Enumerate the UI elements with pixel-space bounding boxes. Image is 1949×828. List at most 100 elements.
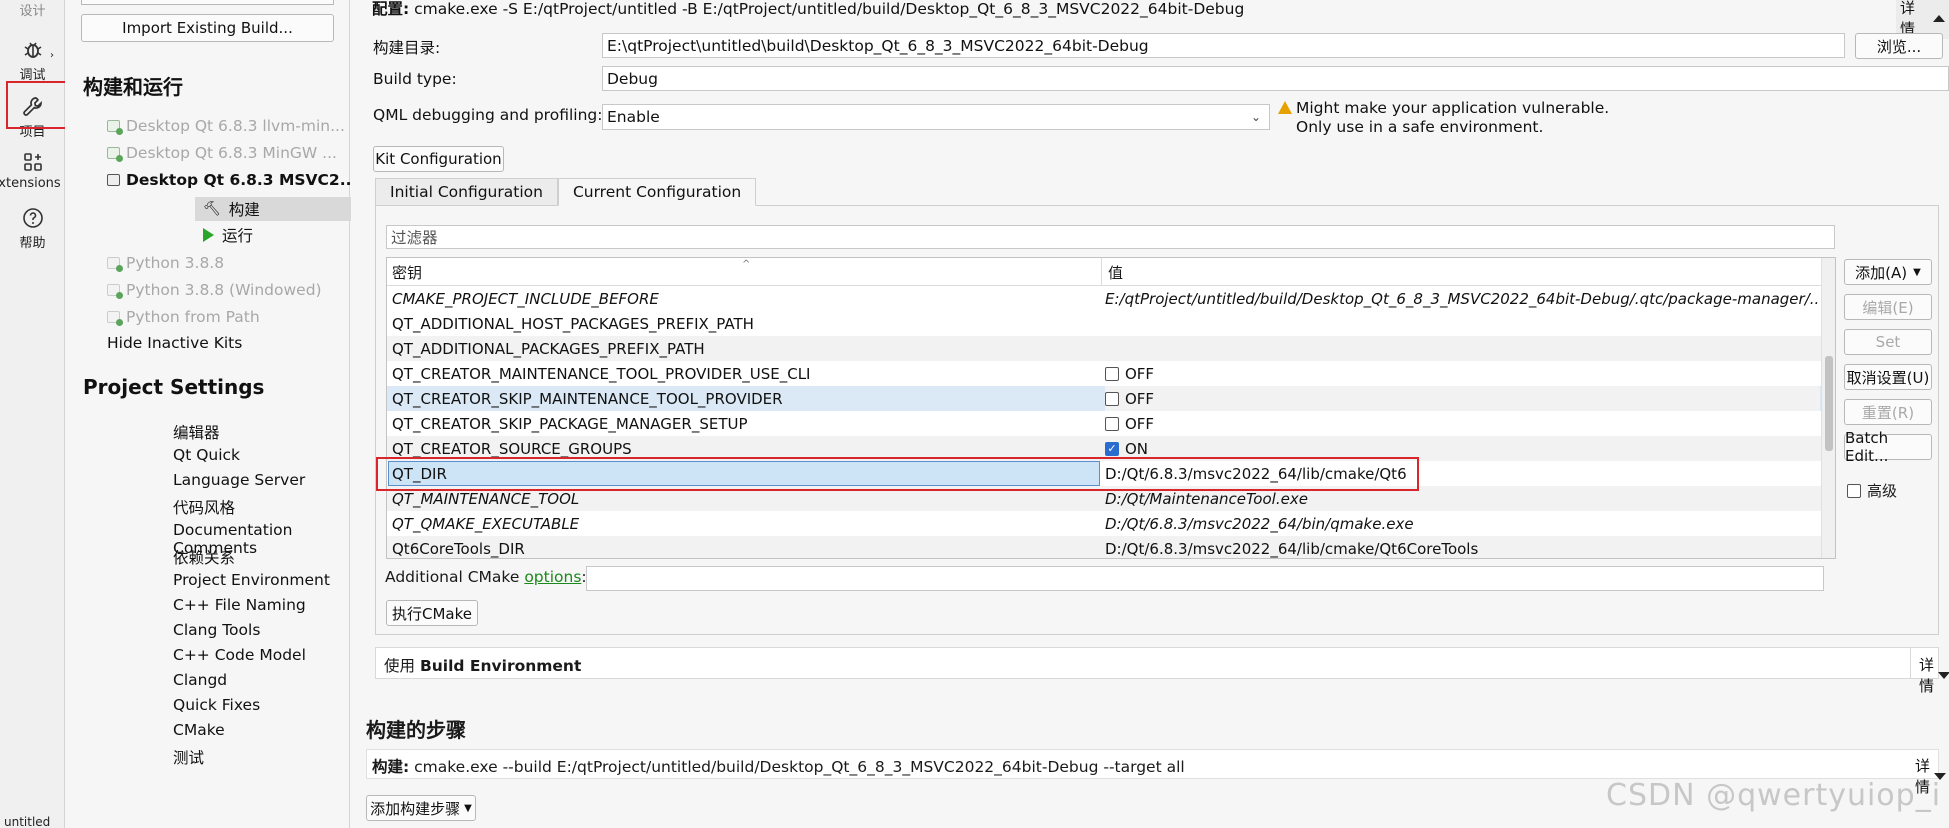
tab-initial-configuration[interactable]: Initial Configuration [375, 178, 558, 206]
build-dir-label: 构建目录: [373, 39, 441, 57]
column-header-value[interactable]: 值 [1103, 258, 1123, 286]
row-key: QT_CREATOR_MAINTENANCE_TOOL_PROVIDER_USE… [392, 364, 811, 383]
run-cmake-button[interactable]: 执行CMake [386, 600, 478, 626]
build-step-label: 构建: [372, 758, 410, 776]
checkbox-off[interactable] [1105, 391, 1119, 406]
kit-configuration-button[interactable]: Kit Configuration [373, 146, 504, 172]
add-button[interactable]: 添加(A) ▼ [1844, 259, 1932, 285]
project-setting-quick-fixes[interactable]: Quick Fixes [173, 696, 260, 714]
build-env-details-button[interactable]: 详情 [1919, 654, 1949, 696]
projects-highlight-box [6, 81, 67, 129]
row-key: QT_CREATOR_SKIP_MAINTENANCE_TOOL_PROVIDE… [392, 389, 783, 408]
import-existing-build-button[interactable]: Import Existing Build... [81, 14, 334, 42]
set-button[interactable]: Set [1844, 329, 1932, 355]
bug-icon [24, 42, 41, 58]
project-setting-cpp-file-naming[interactable]: C++ File Naming [173, 596, 306, 614]
additional-cmake-options-input[interactable] [586, 566, 1824, 591]
checkbox-off[interactable] [1105, 366, 1119, 381]
table-scrollbar[interactable] [1821, 258, 1835, 558]
project-setting-environment[interactable]: Project Environment [173, 571, 330, 589]
chevron-right-icon: › [50, 50, 54, 61]
unset-button[interactable]: 取消设置(U) [1844, 364, 1932, 390]
project-setting-cmake[interactable]: CMake [173, 721, 225, 739]
build-settings-panel: 配置: cmake.exe -S E:/qtProject/untitled -… [351, 0, 1949, 828]
row-key: CMAKE_PROJECT_INCLUDE_BEFORE [392, 289, 659, 308]
build-type-field[interactable]: Debug [602, 66, 1949, 91]
kit-icon [107, 311, 123, 326]
cmake-options-link[interactable]: options [524, 568, 581, 586]
table-row[interactable]: QT_QMAKE_EXECUTABLE D:/Qt/6.8.3/msvc2022… [387, 511, 1822, 536]
qml-debug-select[interactable]: Enable ⌄ [602, 104, 1270, 130]
kit-item-python-1[interactable]: Python 3.8.8 [107, 254, 224, 272]
build-step-text: 构建: cmake.exe --build E:/qtProject/untit… [372, 755, 1185, 777]
kit-item-python-3[interactable]: Python from Path [107, 308, 260, 326]
build-dir-field[interactable]: E:\qtProject\untitled\build\Desktop_Qt_6… [602, 33, 1845, 58]
project-setting-cpp-code-model[interactable]: C++ Code Model [173, 646, 306, 664]
kit-item-python-2[interactable]: Python 3.8.8 (Windowed) [107, 281, 322, 299]
browse-button[interactable]: 浏览... [1855, 33, 1943, 59]
table-row[interactable]: QT_ADDITIONAL_HOST_PACKAGES_PREFIX_PATH [387, 311, 1822, 336]
project-setting-qt-quick[interactable]: Qt Quick [173, 446, 240, 464]
qml-warning-line2: Only use in a safe environment. [1296, 118, 1544, 136]
mode-bar: 设计 调试 › 项目 xtensions 帮助 untitled [0, 0, 67, 828]
project-setting-dependencies[interactable]: 依赖关系 [173, 546, 235, 568]
row-key: QT_CREATOR_SKIP_PACKAGE_MANAGER_SETUP [392, 414, 748, 433]
row-value [1105, 311, 1820, 336]
qml-debug-label: QML debugging and profiling: [373, 106, 603, 124]
details-label: 详情 [1919, 656, 1935, 695]
build-type-label: Build type: [373, 70, 457, 88]
column-header-key[interactable]: 密钥 [387, 258, 422, 286]
hide-inactive-kits-link[interactable]: Hide Inactive Kits [107, 334, 242, 352]
checkbox-off[interactable] [1847, 483, 1861, 498]
mode-design-label: 设计 [19, 4, 46, 19]
table-row[interactable]: CMAKE_PROJECT_INCLUDE_BEFORE E:/qtProjec… [387, 286, 1822, 311]
kit-sub-item-label: 运行 [222, 227, 254, 245]
kit-item-mingw[interactable]: Desktop Qt 6.8.3 MinGW ... [107, 144, 337, 162]
table-row[interactable]: QT_CREATOR_MAINTENANCE_TOOL_PROVIDER_USE… [387, 361, 1822, 386]
checkbox-off[interactable] [1105, 416, 1119, 431]
cmake-variables-table[interactable]: 密钥 ^ 值 CMAKE_PROJECT_INCLUDE_BEFORE E:/q… [386, 257, 1836, 559]
sort-caret-icon: ^ [742, 259, 751, 270]
row-value: ON [1125, 439, 1149, 458]
tab-current-configuration[interactable]: Current Configuration [557, 178, 757, 206]
advanced-checkbox[interactable]: 高级 [1847, 480, 1897, 501]
kit-sub-item-label: 构建 [228, 201, 260, 219]
table-row[interactable]: QT_ADDITIONAL_PACKAGES_PREFIX_PATH [387, 336, 1822, 361]
row-value: OFF [1125, 389, 1155, 408]
project-setting-editor[interactable]: 编辑器 [173, 421, 220, 443]
add-build-step-button[interactable]: 添加构建步骤 ▼ [366, 795, 476, 821]
qt-creator-window: 设计 调试 › 项目 xtensions 帮助 untitled Import … [0, 0, 1949, 828]
kit-icon [107, 284, 123, 299]
project-selector-label[interactable]: untitled [0, 815, 65, 828]
kit-item-llvm[interactable]: Desktop Qt 6.8.3 llvm-min... [107, 117, 345, 135]
chevron-up-icon [1933, 14, 1945, 22]
kit-icon [107, 120, 123, 135]
project-setting-language-server[interactable]: Language Server [173, 471, 305, 489]
monitor-icon [107, 174, 120, 186]
mode-design[interactable]: 设计 [0, 0, 65, 19]
edit-button[interactable]: 编辑(E) [1844, 294, 1932, 320]
project-setting-testing[interactable]: 测试 [173, 746, 204, 768]
mode-help[interactable]: 帮助 [0, 206, 65, 251]
filter-input[interactable]: 过滤器 [386, 225, 1835, 249]
row-value: OFF [1125, 364, 1155, 383]
reset-button[interactable]: 重置(R) [1844, 399, 1932, 425]
table-row[interactable]: Qt6CoreTools_DIR D:/Qt/6.8.3/msvc2022_64… [387, 536, 1822, 558]
mode-extensions[interactable]: xtensions [0, 150, 65, 191]
scrollbar-thumb[interactable] [1825, 356, 1833, 451]
config-tabs: Initial Configuration Current Configurat… [375, 178, 757, 206]
mode-debug[interactable]: 调试 › [0, 38, 65, 83]
project-setting-clangd[interactable]: Clangd [173, 671, 227, 689]
extensions-icon [23, 153, 42, 171]
kit-item-msvc[interactable]: Desktop Qt 6.8.3 MSVC2... [107, 171, 357, 189]
table-row[interactable]: QT_CREATOR_SKIP_PACKAGE_MANAGER_SETUP OF… [387, 411, 1822, 436]
row-key: QT_QMAKE_EXECUTABLE [392, 514, 580, 533]
table-row[interactable]: QT_CREATOR_SKIP_MAINTENANCE_TOOL_PROVIDE… [387, 386, 1822, 411]
batch-edit-button[interactable]: Batch Edit... [1844, 429, 1932, 465]
project-setting-clang-tools[interactable]: Clang Tools [173, 621, 260, 639]
project-setting-code-style[interactable]: 代码风格 [173, 496, 235, 518]
build-run-heading: 构建和运行 [83, 75, 183, 99]
mode-help-label: 帮助 [19, 236, 46, 251]
checkbox-checked-icon[interactable]: ✓ [1105, 441, 1119, 456]
build-step-bar: 构建: cmake.exe --build E:/qtProject/untit… [366, 749, 1947, 796]
